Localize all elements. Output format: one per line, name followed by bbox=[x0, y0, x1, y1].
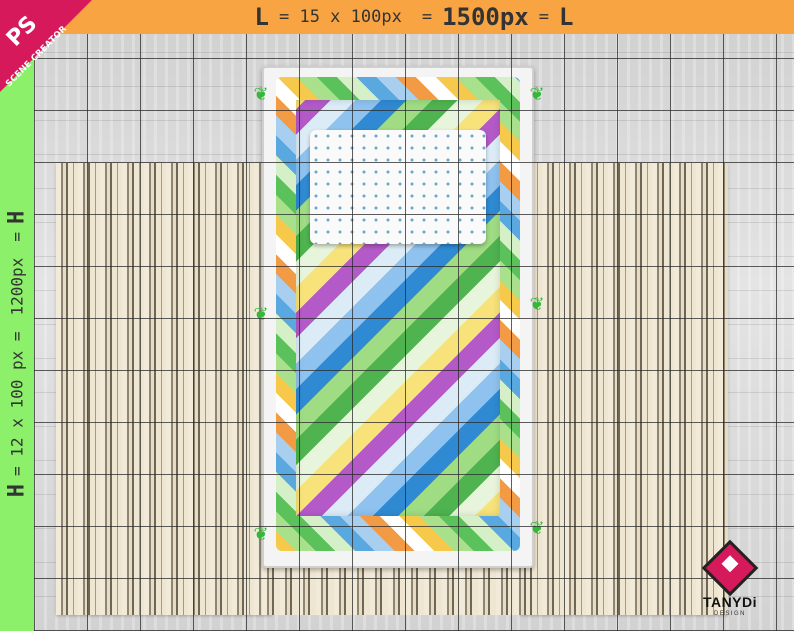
top-ruler: L = 15 x 100px = 1500px = L bbox=[34, 0, 794, 34]
bow-icon: ❦ bbox=[529, 518, 545, 539]
left-ruler-right-letter: H bbox=[4, 210, 30, 225]
left-ruler-formula: = 12 x 100 px = bbox=[7, 331, 27, 476]
top-ruler-equals: = bbox=[421, 7, 433, 27]
top-ruler-equals-2: = bbox=[538, 7, 550, 27]
left-ruler-left-letter: H bbox=[4, 483, 30, 498]
top-ruler-formula: = 15 x 100px bbox=[278, 7, 402, 27]
bow-icon: ❦ bbox=[529, 84, 545, 105]
left-ruler-label: H = 12 x 100 px = 1200px = H bbox=[5, 211, 30, 497]
bow-icon: ❦ bbox=[253, 524, 269, 545]
logo-tagline: DESIGN bbox=[713, 611, 746, 617]
crib-pillow bbox=[310, 130, 486, 244]
logo-brand: TANYDi bbox=[702, 594, 758, 610]
top-ruler-right-letter: L bbox=[559, 3, 574, 31]
left-ruler-equals: = bbox=[7, 232, 27, 242]
bow-icon: ❦ bbox=[253, 304, 269, 325]
top-ruler-result: 1500px bbox=[442, 3, 529, 31]
striped-rug-left bbox=[56, 163, 272, 615]
top-ruler-left-letter: L bbox=[254, 3, 269, 31]
left-ruler-result: 1200px bbox=[7, 257, 27, 316]
logo-diamond-icon bbox=[701, 539, 759, 597]
striped-rug-bottom bbox=[262, 560, 530, 615]
tanydi-logo: TANYDi DESIGN bbox=[690, 539, 770, 626]
left-ruler: H = 12 x 100 px = 1200px = H bbox=[0, 34, 34, 631]
bow-icon: ❦ bbox=[529, 294, 545, 315]
bow-icon: ❦ bbox=[253, 84, 269, 105]
